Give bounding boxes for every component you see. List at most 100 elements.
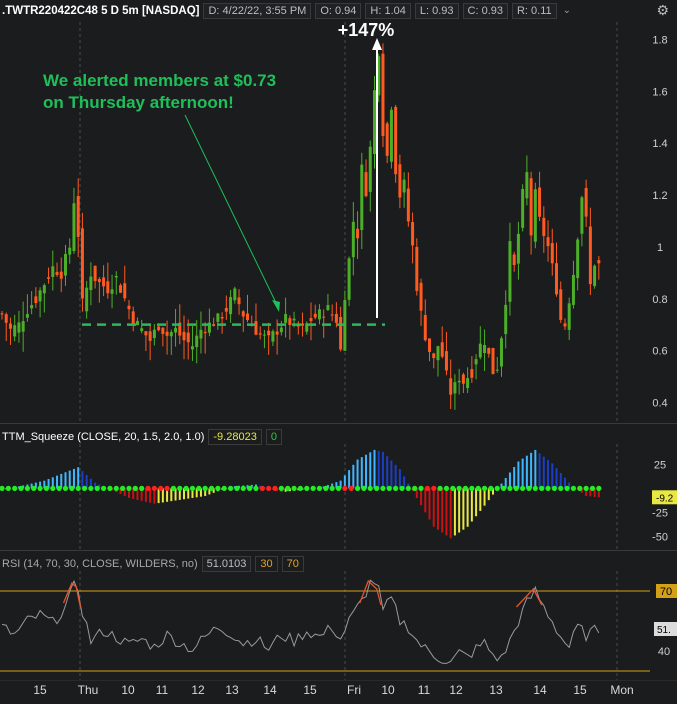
- squeeze-dot: [354, 485, 361, 491]
- price-header: .TWTR220422C48 5 D 5m [NASDAQ] D: 4/22/2…: [0, 0, 571, 21]
- candle: [59, 271, 63, 279]
- candle: [89, 276, 93, 291]
- candle: [555, 263, 559, 295]
- candle: [102, 277, 106, 287]
- candle: [110, 289, 114, 294]
- candle: [466, 378, 470, 389]
- squeeze-dot: [170, 485, 177, 491]
- candle: [76, 196, 80, 237]
- squeeze-dot: [551, 485, 557, 491]
- candle: [301, 323, 305, 326]
- candle: [216, 313, 220, 322]
- squeeze-dot: [596, 485, 602, 491]
- squeeze-dot: [43, 485, 50, 491]
- candle: [330, 314, 334, 316]
- candle: [334, 313, 338, 323]
- ttm-study-label[interactable]: TTM_Squeeze (CLOSE, 20, 1.5, 2.0, 1.0): [2, 431, 204, 443]
- alert-annotation-line1: We alerted members at $0.73: [43, 71, 276, 90]
- time-tick-label: 11: [156, 683, 169, 697]
- candle: [127, 305, 131, 310]
- candle: [25, 314, 29, 318]
- candle: [0, 313, 4, 315]
- time-tick-label: 14: [263, 683, 277, 697]
- squeeze-dot: [18, 485, 24, 491]
- squeeze-dot: [443, 485, 450, 491]
- candle: [144, 331, 148, 336]
- candle: [491, 348, 495, 375]
- candle: [364, 172, 368, 197]
- candle: [38, 290, 42, 302]
- candle: [588, 226, 592, 285]
- squeeze-dot: [418, 485, 424, 491]
- squeeze-dot: [285, 485, 291, 491]
- candle: [8, 323, 12, 329]
- candle: [114, 275, 118, 278]
- candle: [288, 318, 292, 325]
- candle: [271, 331, 275, 342]
- candle: [474, 359, 478, 365]
- candle: [542, 217, 546, 236]
- candle: [381, 53, 385, 137]
- rsi-study-label[interactable]: RSI (14, 70, 30, CLOSE, WILDERS, no): [2, 558, 198, 570]
- price-tick-label: 1.6: [652, 86, 667, 98]
- candle: [72, 203, 76, 252]
- squeeze-dot: [247, 485, 253, 491]
- squeeze-dot: [386, 485, 392, 491]
- time-tick-label: Mon: [610, 683, 633, 697]
- time-tick-label: 15: [573, 683, 587, 697]
- squeeze-dot: [583, 485, 589, 491]
- ttm-value: -9.28023: [208, 428, 262, 445]
- candle: [262, 334, 266, 336]
- ttm-signal-value: 0: [265, 428, 282, 445]
- squeeze-dot: [532, 485, 538, 491]
- chevron-down-icon[interactable]: ⌄: [563, 5, 571, 16]
- price-tick-label: 1: [657, 242, 663, 254]
- candle: [80, 228, 84, 299]
- squeeze-dot: [151, 485, 157, 491]
- candle: [317, 309, 321, 320]
- squeeze-dot: [456, 485, 462, 491]
- candle: [199, 329, 203, 339]
- high-readout: H: 1.04: [365, 2, 411, 19]
- candle: [347, 258, 351, 300]
- squeeze-dot: [164, 485, 170, 491]
- candle: [17, 322, 21, 333]
- candle: [246, 313, 250, 321]
- candle: [432, 353, 436, 359]
- squeeze-dot: [221, 485, 227, 491]
- ttm-last-value: -9.2: [656, 493, 674, 504]
- squeeze-dot: [215, 485, 221, 491]
- squeeze-dot: [431, 485, 437, 491]
- squeeze-dot: [335, 485, 342, 491]
- squeeze-dot: [189, 485, 196, 491]
- candle: [398, 164, 402, 198]
- squeeze-dot: [481, 485, 488, 491]
- candle: [571, 274, 575, 305]
- squeeze-dot: [234, 485, 240, 491]
- squeeze-dot: [278, 485, 284, 491]
- candle: [224, 307, 228, 312]
- ttm-header: TTM_Squeeze (CLOSE, 20, 1.5, 2.0, 1.0) -…: [0, 426, 282, 447]
- time-axis: 15 Thu 10 11 12 13 14 15 Fri 10 11 12 13 14 15 Mon: [0, 680, 677, 699]
- candle: [470, 369, 474, 378]
- candle: [131, 311, 135, 326]
- candle: [406, 188, 410, 222]
- candle: [356, 228, 360, 239]
- squeeze-dot: [94, 485, 100, 491]
- symbol-label[interactable]: .TWTR220422C48 5 D 5m [NASDAQ]: [2, 5, 199, 17]
- squeeze-dot: [367, 485, 373, 491]
- squeeze-dot: [564, 485, 570, 491]
- squeeze-dot: [570, 485, 577, 491]
- candle: [372, 90, 376, 154]
- squeeze-dot: [50, 485, 56, 491]
- squeeze-dot: [177, 485, 183, 491]
- squeeze-dot: [494, 485, 500, 491]
- squeeze-dot: [545, 485, 551, 491]
- candle: [157, 326, 161, 331]
- squeeze-dot: [316, 485, 323, 491]
- gear-icon[interactable]: ⚙: [656, 2, 669, 19]
- candle: [339, 316, 343, 350]
- squeeze-dot: [272, 485, 278, 491]
- candle: [292, 318, 296, 321]
- candle: [487, 347, 491, 354]
